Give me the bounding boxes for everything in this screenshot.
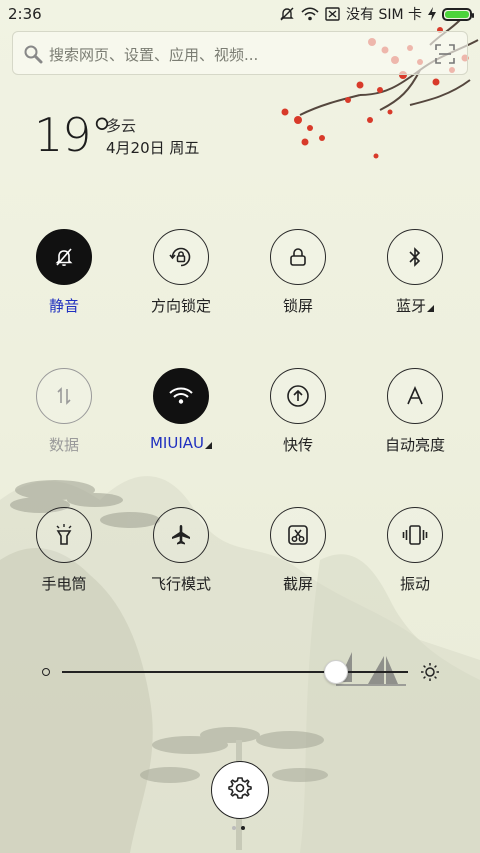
bluetooth-icon[interactable] — [387, 229, 443, 285]
toggle-label: 静音 — [48, 297, 79, 315]
brightness-thumb[interactable] — [324, 660, 349, 684]
search-icon — [23, 44, 43, 68]
toggle-mobile-data[interactable]: 数据 — [14, 368, 114, 455]
toggle-label: 飞行模式 — [150, 575, 211, 593]
toggle-quick-transfer[interactable]: 快传 — [248, 368, 348, 455]
search-placeholder: 搜索网页、设置、应用、视频... — [49, 46, 259, 64]
mobile-data-icon[interactable] — [36, 368, 92, 424]
wifi-status-icon — [301, 7, 319, 21]
airplane-icon[interactable] — [153, 507, 209, 563]
weather-condition: 多云 — [106, 117, 137, 135]
battery-icon — [442, 7, 474, 21]
toggle-label: 振动 — [399, 575, 430, 593]
toggle-label: 蓝牙 — [365, 295, 465, 316]
menu-indicator-icon — [205, 442, 212, 449]
vibrate-icon[interactable] — [387, 507, 443, 563]
page-indicator — [232, 826, 245, 830]
page-dot — [232, 826, 236, 830]
brightness-track[interactable] — [62, 671, 408, 673]
toggle-silent[interactable]: 静音 — [14, 229, 114, 316]
flashlight-icon[interactable] — [36, 507, 92, 563]
toggle-label: 快传 — [282, 436, 313, 454]
auto-brightness-icon[interactable] — [387, 368, 443, 424]
brightness-high-icon — [420, 662, 440, 686]
toggle-label: 手电筒 — [41, 575, 87, 593]
toggle-bluetooth[interactable]: 蓝牙 — [365, 229, 465, 316]
lock-icon[interactable] — [270, 229, 326, 285]
toggle-flashlight[interactable]: 手电筒 — [14, 507, 114, 594]
toggle-label: 锁屏 — [282, 297, 313, 315]
toggle-label: 方向锁定 — [150, 297, 211, 315]
bell-off-icon[interactable] — [36, 229, 92, 285]
toggle-label: 数据 — [48, 436, 79, 454]
status-time: 2:36 — [8, 5, 42, 23]
status-bar: 2:36 没有 SIM 卡 — [0, 0, 480, 28]
menu-indicator-icon — [427, 305, 434, 312]
wifi-icon[interactable] — [153, 368, 209, 424]
temperature: 19° — [34, 108, 114, 162]
settings-button[interactable] — [211, 761, 269, 819]
search-bar[interactable]: 搜索网页、设置、应用、视频... — [12, 31, 468, 75]
toggle-rotation-lock[interactable]: 方向锁定 — [131, 229, 231, 316]
toggle-auto-brightness[interactable]: 自动亮度 — [365, 368, 465, 455]
toggle-wifi[interactable]: MIUIAU — [131, 368, 231, 452]
rotation-lock-icon[interactable] — [153, 229, 209, 285]
toggle-screenshot[interactable]: 截屏 — [248, 507, 348, 594]
silent-mode-icon — [279, 6, 295, 22]
toggle-label: 截屏 — [282, 575, 313, 593]
toggle-vibrate[interactable]: 振动 — [365, 507, 465, 594]
upload-icon[interactable] — [270, 368, 326, 424]
toggle-lock-screen[interactable]: 锁屏 — [248, 229, 348, 316]
scan-icon[interactable] — [435, 44, 455, 68]
brightness-low-icon — [42, 668, 50, 676]
no-sim-icon — [325, 7, 340, 21]
screenshot-icon[interactable] — [270, 507, 326, 563]
charging-icon — [428, 7, 436, 21]
toggle-label: MIUIAU — [131, 434, 231, 452]
page-dot-active — [241, 826, 245, 830]
carrier-text: 没有 SIM 卡 — [346, 7, 422, 23]
toggle-label: 自动亮度 — [384, 436, 445, 454]
gear-icon — [228, 776, 252, 804]
brightness-slider[interactable] — [40, 660, 450, 684]
weather-date: 4月20日 周五 — [106, 139, 200, 157]
toggle-airplane[interactable]: 飞行模式 — [131, 507, 231, 594]
